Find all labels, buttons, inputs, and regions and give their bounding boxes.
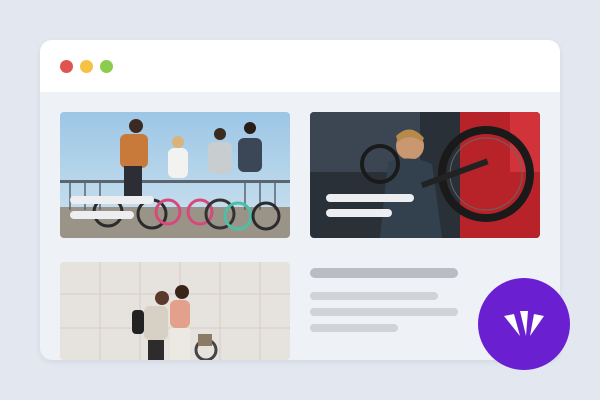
card-caption-line-1: [70, 196, 154, 204]
group-cycling-photo: [60, 112, 290, 238]
brand-badge: [478, 278, 570, 370]
article-text-line-1: [310, 292, 438, 300]
window-titlebar: [40, 40, 560, 92]
card-group-cycling[interactable]: [60, 112, 290, 238]
article-text-line-2: [310, 308, 458, 316]
couple-with-bike-photo: [60, 262, 290, 360]
window-maximize-button[interactable]: [100, 60, 113, 73]
card-caption-line-1: [326, 194, 414, 202]
card-caption-line-2: [70, 211, 134, 219]
brand-logo-icon: [478, 278, 570, 370]
card-bike-mechanic[interactable]: [310, 112, 540, 238]
card-couple-with-bike[interactable]: [60, 262, 290, 360]
article-title-placeholder: [310, 268, 458, 278]
bike-mechanic-photo: [310, 112, 540, 238]
window-close-button[interactable]: [60, 60, 73, 73]
article-text-line-3: [310, 324, 398, 332]
window-minimize-button[interactable]: [80, 60, 93, 73]
card-caption-line-2: [326, 209, 392, 217]
